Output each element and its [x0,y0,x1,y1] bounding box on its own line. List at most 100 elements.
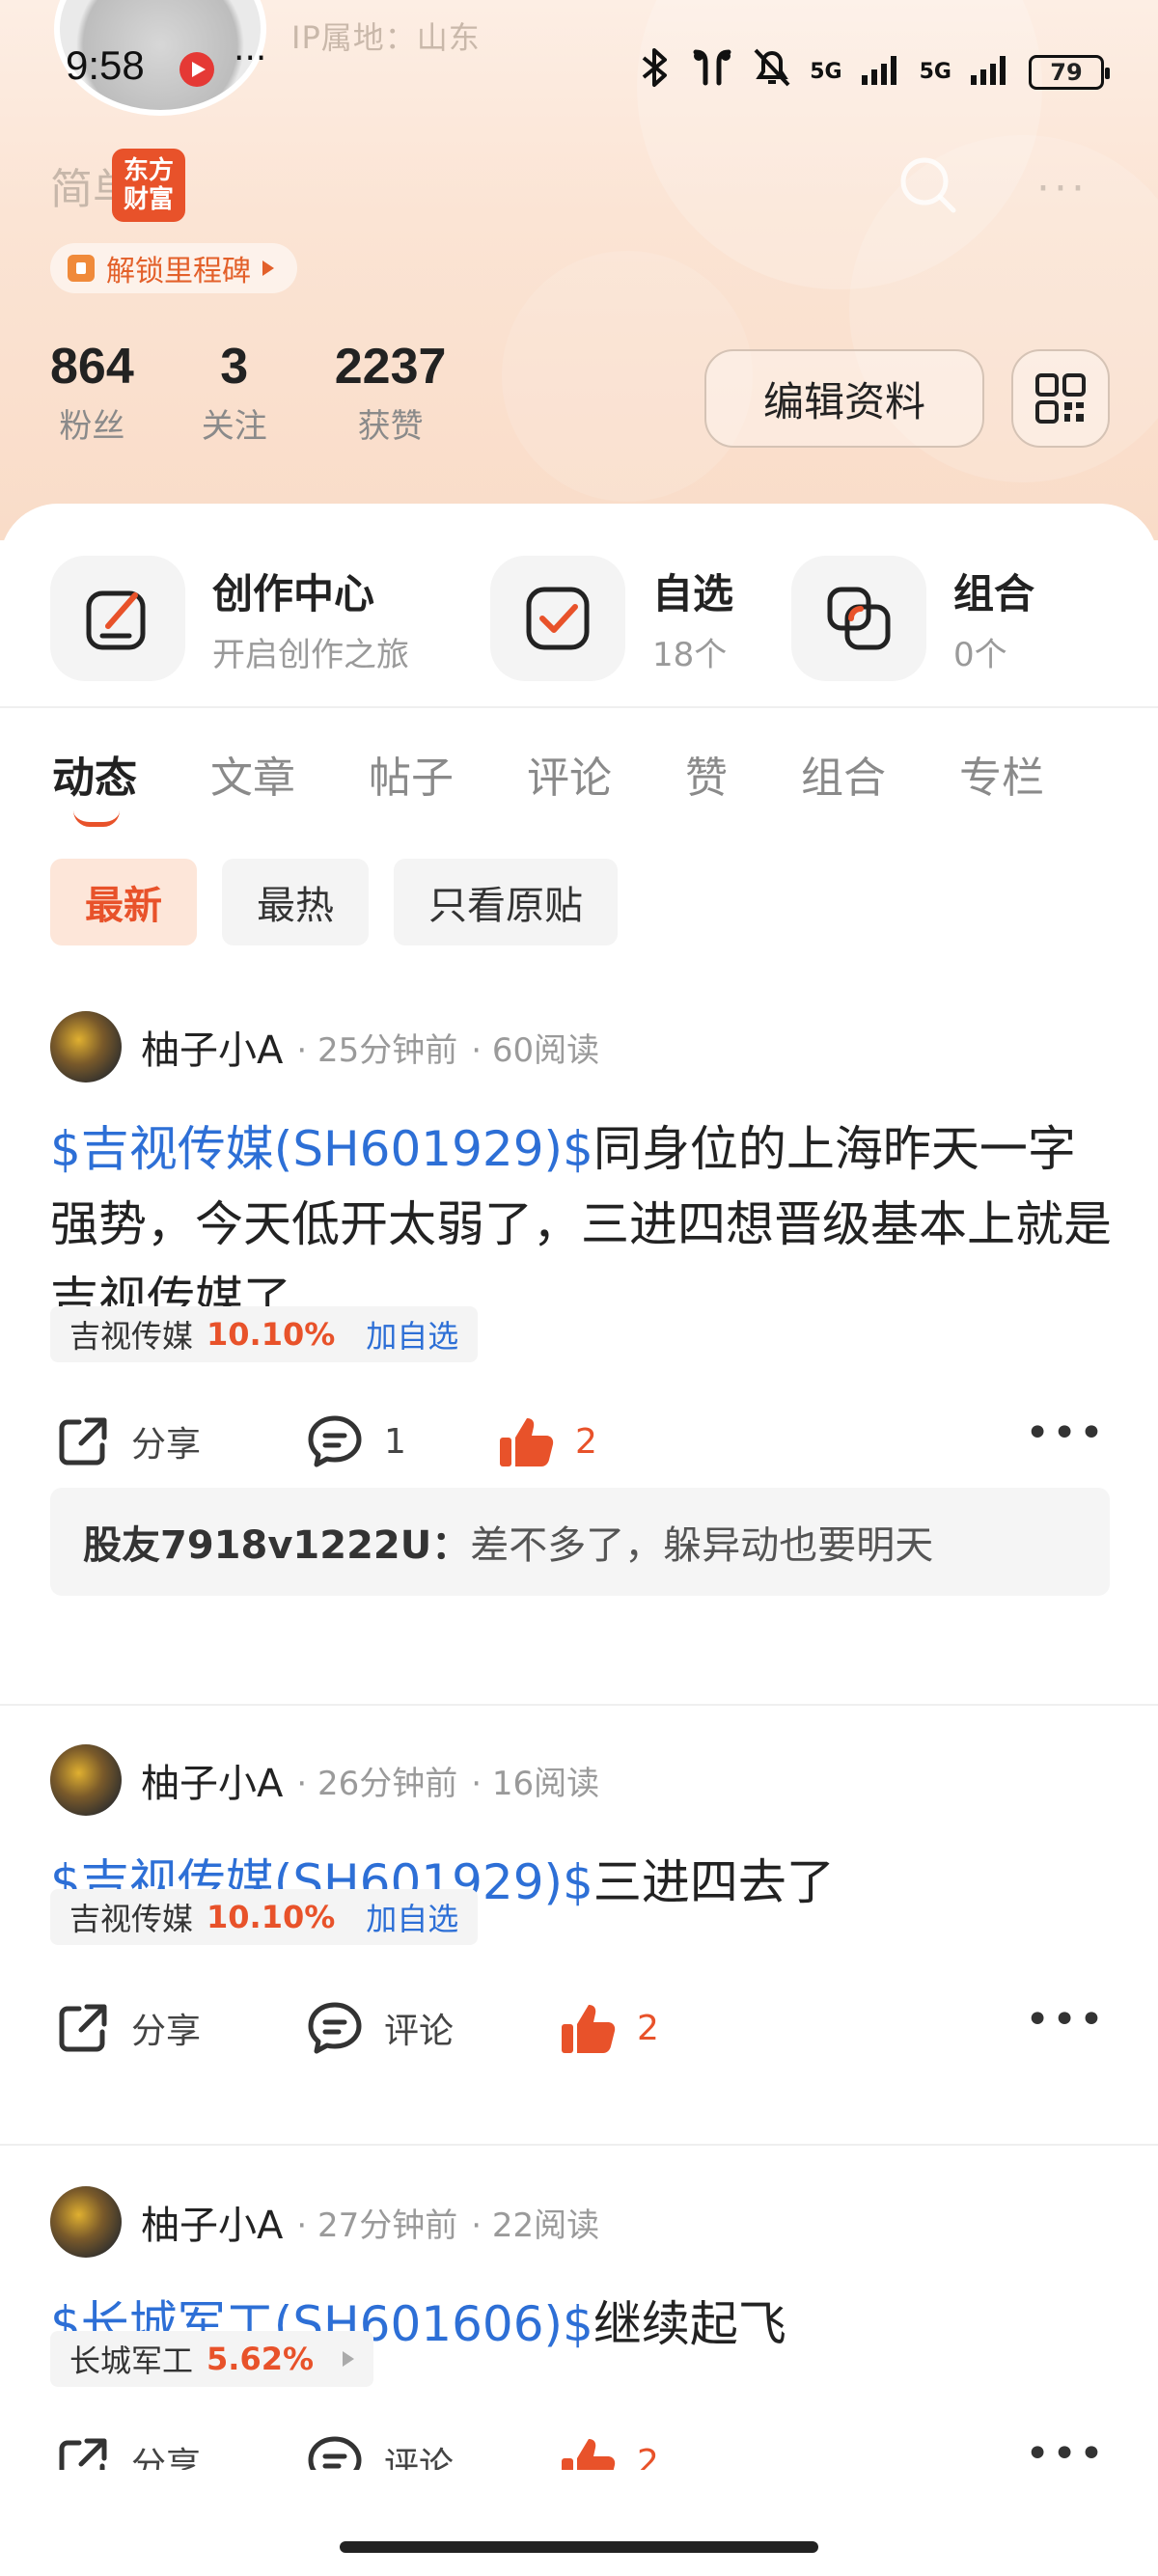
stat-label: 粉丝 [59,407,125,446]
mute-bell-icon [752,46,792,97]
signal-5g-1: 5G [810,60,842,84]
tab-comments[interactable]: 评论 [527,743,612,805]
like-count: 2 [637,2008,659,2048]
like-button[interactable]: 2 [558,2433,659,2470]
filter-hottest[interactable]: 最热 [222,859,369,945]
app-logo[interactable]: 东方 财富 [112,149,185,222]
post-reads-text: 22阅读 [491,2206,600,2245]
stat-label: 关注 [201,407,267,446]
post-more-icon[interactable]: ••• [1025,2429,1106,2470]
earbuds-icon [690,46,734,97]
share-button[interactable]: 分享 [54,1999,201,2057]
profile-stats: 864 粉丝 3 关注 2237 获赞 [50,338,446,447]
share-label: 分享 [131,2446,202,2470]
tab-activity[interactable]: 动态 [52,743,137,827]
post-text: 继续起飞 [593,2296,786,2352]
author-avatar[interactable] [50,1744,122,1816]
post-actions: 分享 评论 2 ••• [0,2424,1158,2470]
comment-count: 1 [384,1421,406,1462]
author-avatar[interactable] [50,2186,122,2258]
tab-articles[interactable]: 文章 [210,743,295,805]
home-indicator[interactable] [340,2541,818,2553]
post-body[interactable]: $吉视传媒(SH601929)$同身位的上海昨天一字强势，今天低开太弱了，三进四… [50,1111,1112,1337]
tab-portfolios[interactable]: 组合 [801,743,886,805]
signal-bars-icon [969,54,1011,91]
tag-stock-change: 10.10% [207,1316,336,1353]
quick-entries: 创作中心 开启创作之旅 自选 18个 组合 0个 [0,533,1158,681]
post-time: · 26分钟前 [296,1764,458,1803]
share-button[interactable]: 分享 [54,1412,201,1470]
share-label: 分享 [131,2012,202,2051]
comment-button[interactable]: 评论 [305,1999,454,2057]
stock-link[interactable]: $吉视传媒(SH601929)$ [50,1121,593,1177]
comment-icon [308,1415,362,1467]
logo-line-1: 东方 [123,156,174,185]
like-button[interactable]: 2 [496,1412,597,1470]
qr-code-button[interactable] [1011,349,1110,448]
tab-posts[interactable]: 帖子 [369,743,454,805]
entry-title: 自选 [652,570,734,617]
share-label: 分享 [131,1425,202,1465]
feed-post[interactable]: 柚子小A · 25分钟前 · 60阅读 $吉视传媒(SH601929)$同身位的… [0,1011,1158,1596]
share-icon [59,2438,107,2470]
share-icon [59,1417,107,1466]
entry-title: 组合 [953,570,1035,617]
divider [0,1704,1158,1706]
stat-label: 获赞 [357,407,424,446]
stock-tag[interactable]: 吉视传媒 10.10% 加自选 [50,1306,479,1362]
tab-likes[interactable]: 赞 [685,743,728,805]
comment-button[interactable]: 评论 [305,2433,454,2470]
stock-tag[interactable]: 吉视传媒 10.10% 加自选 [50,1889,479,1945]
creator-center-entry[interactable]: 创作中心 开启创作之旅 [50,556,409,681]
pen-note-icon [50,556,185,681]
share-button[interactable]: 分享 [54,2433,201,2470]
stat-value: 864 [50,339,134,395]
post-more-icon[interactable]: ••• [1025,1995,1106,2044]
stat-followers[interactable]: 864 粉丝 [50,338,134,447]
comment-button[interactable]: 1 [305,1412,406,1470]
add-watchlist-link[interactable]: 加自选 [366,1312,458,1357]
entry-title: 创作中心 [212,570,375,617]
profile-header: IP属地：山东 9:58 ··· 5G 5G 79 简单 东方 财富 ··· 解… [0,0,1158,540]
post-reads: · 16阅读 [471,1764,600,1803]
status-bar: 9:58 ··· 5G 5G 79 [0,39,1158,96]
watchlist-entry[interactable]: 自选 18个 [490,556,733,681]
reply-user[interactable]: 股友7918v1222U： [83,1514,470,1570]
search-icon[interactable] [894,151,963,220]
layers-icon [791,556,926,681]
tag-stock-name: 吉视传媒 [69,1318,194,1355]
milestone-badge[interactable]: 解锁里程碑 [50,243,297,293]
tab-columns[interactable]: 专栏 [959,743,1044,805]
filter-original-only[interactable]: 只看原贴 [394,859,618,945]
post-more-icon[interactable]: ••• [1025,1409,1106,1458]
more-notifications-icon: ··· [234,39,267,78]
filter-latest[interactable]: 最新 [50,859,197,945]
author-name[interactable]: 柚子小A [141,1019,283,1075]
content-tabs: 动态 文章 帖子 评论 赞 组合 专栏 [52,743,1117,827]
chevron-right-icon [343,2351,355,2367]
post-header: 柚子小A · 27分钟前 · 22阅读 [50,2186,599,2258]
stat-value: 2237 [334,339,447,395]
more-options-icon[interactable]: ··· [1036,164,1089,213]
stat-likes[interactable]: 2237 获赞 [335,338,447,447]
author-name[interactable]: 柚子小A [141,2194,283,2250]
author-avatar[interactable] [50,1011,122,1082]
post-time: · 27分钟前 [296,2206,458,2245]
top-reply[interactable]: 股友7918v1222U： 差不多了，躲异动也要明天 [50,1488,1110,1596]
tag-stock-change: 5.62% [207,2341,315,2377]
feed-filters: 最新 最热 只看原贴 [50,859,618,945]
portfolio-entry[interactable]: 组合 0个 [791,556,1034,681]
chevron-right-icon [262,260,274,276]
like-button[interactable]: 2 [558,1999,659,2057]
feed-post[interactable]: 柚子小A · 27分钟前 · 22阅读 $长城军工(SH601606)$继续起飞… [0,2186,1158,2576]
like-count: 2 [637,2442,659,2471]
stock-tag[interactable]: 长城军工 5.62% [50,2331,374,2387]
stat-following[interactable]: 3 关注 [202,338,267,447]
author-name[interactable]: 柚子小A [141,1752,283,1808]
add-watchlist-link[interactable]: 加自选 [366,1895,458,1939]
feed-post[interactable]: 柚子小A · 26分钟前 · 16阅读 $吉视传媒(SH601929)$三进四去… [0,1744,1158,2130]
profile-content: 创作中心 开启创作之旅 自选 18个 组合 0个 动态 文章 帖子 评论 赞 组… [0,504,1158,2576]
post-actions: 分享 1 2 ••• [0,1403,1158,1480]
bluetooth-icon [638,46,673,97]
edit-profile-button[interactable]: 编辑资料 [704,349,984,448]
